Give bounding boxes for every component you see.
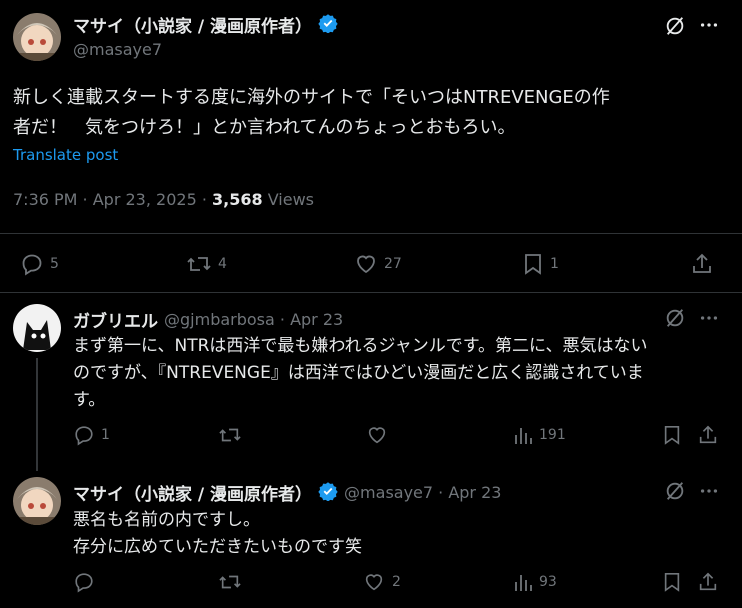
grok-icon[interactable] [664,15,686,41]
share-button[interactable] [697,424,719,450]
reply-text-line: 悪名も名前の内ですし。 [73,510,260,530]
avatar-image [13,477,61,525]
views-button[interactable]: 191 [513,424,566,446]
author-handle-date[interactable]: @masaye7 · Apr 23 [344,483,501,502]
reply-text: 悪名も名前の内ですし。 存分に広めていただきたいものです笑 [73,507,362,561]
grok-icon[interactable] [664,480,686,506]
more-options-icon[interactable] [698,480,720,506]
views-button[interactable]: 93 [513,571,557,593]
reply-button[interactable]: 1 [73,424,110,446]
like-button[interactable]: 27 [354,252,402,276]
repost-icon [219,575,241,589]
analytics-icon [515,428,532,444]
author-handle[interactable]: @masaye7 [73,40,162,59]
post-text: 新しく連載スタートする度に海外のサイトで「そいつはNTREVENGEの作 者だ！… [13,83,610,143]
reply-header: マサイ（小説家 / 漫画原作者） @masaye7 · Apr 23 [73,480,501,505]
share-button[interactable] [690,252,714,280]
like-button[interactable]: 2 [362,571,401,593]
bookmark-icon [525,254,541,275]
reply-text-line: のですが、『NTREVENGE』は西洋ではひどい漫画だと広く認識されていま [73,363,644,383]
post-timestamp[interactable]: 7:36 PM · Apr 23, 2025 · [13,190,212,209]
repost-icon [187,257,211,271]
reply-icon [75,573,93,593]
verified-badge-icon [318,13,338,37]
repost-button[interactable]: 4 [186,252,227,276]
reply-button[interactable]: 5 [20,252,59,276]
views-count: 3,568 [212,190,263,209]
heart-icon [357,255,375,274]
bookmark-button[interactable]: 1 [522,252,559,276]
heart-icon [365,574,383,591]
avatar[interactable] [13,304,61,352]
author-name[interactable]: マサイ（小説家 / 漫画原作者） [73,480,312,505]
share-icon [693,253,711,273]
avatar[interactable] [13,477,61,525]
more-options-icon[interactable] [698,307,720,333]
bookmark-count: 1 [550,256,559,272]
reply-text: まず第一に、NTRは西洋で最も嫌われるジャンルです。第二に、悪気はない のですが… [73,333,648,414]
repost-button[interactable] [218,571,242,593]
reply-text-line: す。 [73,390,106,410]
reply-icon [75,426,93,446]
post-meta: 7:36 PM · Apr 23, 2025 · 3,568 Views [13,190,314,209]
heart-icon [368,427,386,444]
like-count: 2 [392,574,401,590]
bookmark-button[interactable] [662,424,682,450]
author-handle-date[interactable]: @gjmbarbosa · Apr 23 [164,310,343,329]
reply-count: 1 [101,427,110,443]
divider [0,292,742,293]
views-count: 191 [539,427,566,443]
share-icon [699,425,717,444]
views-count: 93 [539,574,557,590]
avatar-image [13,304,61,352]
reply-text-line: まず第一に、NTRは西洋で最も嫌われるジャンルです。第二に、悪気はない [73,336,648,356]
like-button[interactable] [366,424,388,446]
repost-icon [219,428,241,442]
reply-icon [22,254,42,276]
bookmark-icon [664,573,680,592]
repost-count: 4 [218,256,227,272]
share-button[interactable] [697,571,719,597]
like-count: 27 [384,256,402,272]
translate-post-link[interactable]: Translate post [13,146,118,164]
analytics-icon [515,575,532,591]
author-row: マサイ（小説家 / 漫画原作者） [73,12,338,37]
verified-badge-icon [318,481,338,505]
grok-icon[interactable] [664,307,686,333]
more-options-icon[interactable] [698,14,720,40]
views-label: Views [262,190,314,209]
share-icon [699,572,717,591]
author-name[interactable]: ガブリエル [73,307,158,332]
avatar-image [13,13,61,61]
bookmark-button[interactable] [662,571,682,597]
author-name[interactable]: マサイ（小説家 / 漫画原作者） [73,12,312,37]
reply-text-line: 存分に広めていただきたいものです笑 [73,537,362,557]
post-text-line: 者だ！ 気をつけろ！」とか言われてんのちょっとおもろい。 [13,117,516,138]
post-text-line: 新しく連載スタートする度に海外のサイトで「そいつはNTREVENGEの作 [13,87,610,108]
repost-button[interactable] [218,424,242,446]
reply-count: 5 [50,256,59,272]
bookmark-icon [664,426,680,445]
avatar[interactable] [13,13,61,61]
thread-line [36,358,38,471]
reply-button[interactable] [73,571,95,593]
divider [0,233,742,234]
reply-header: ガブリエル @gjmbarbosa · Apr 23 [73,307,343,332]
